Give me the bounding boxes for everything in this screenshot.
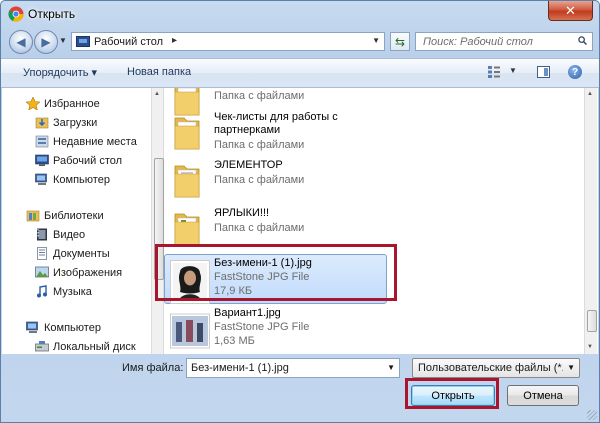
- drive-icon: [35, 341, 49, 352]
- images-icon: [35, 266, 49, 278]
- file-meta: Папка с файлами: [214, 222, 305, 234]
- command-toolbar: Упорядочить ▾ Новая папка ▼ ?: [1, 58, 599, 88]
- scroll-down-icon[interactable]: ▼: [587, 344, 593, 350]
- recent-pages-dropdown-icon[interactable]: ▼: [59, 36, 67, 45]
- preview-pane-icon[interactable]: [537, 66, 550, 78]
- filename-value[interactable]: Без-имени-1 (1).jpg: [191, 362, 289, 374]
- address-path[interactable]: Рабочий стол: [94, 36, 163, 48]
- music-icon: [37, 285, 47, 298]
- refresh-button[interactable]: ⇆: [390, 32, 410, 51]
- view-options-icon[interactable]: [487, 65, 501, 79]
- folder-icon: [174, 213, 200, 246]
- file-name: ЯРЛЫКИ!!!: [214, 207, 270, 219]
- title-bar: Открыть ✕: [1, 1, 599, 27]
- back-button[interactable]: ◀: [9, 30, 33, 54]
- file-type-filter[interactable]: Пользовательские файлы (*.jfi ▼: [412, 358, 580, 378]
- file-type-filter-value: Пользовательские файлы (*.jfi: [418, 362, 563, 374]
- file-meta: Папка с файлами: [214, 174, 305, 186]
- filename-label: Имя файла:: [122, 362, 184, 374]
- libraries-icon: [26, 210, 40, 222]
- open-button-annotation: [405, 378, 499, 409]
- filename-input[interactable]: Без-имени-1 (1).jpg ▼: [186, 358, 400, 378]
- folder-icon: [174, 165, 200, 198]
- open-dialog: Открыть ✕ ◀ ▶ ▼ Рабочий стол ▸ ▼ ⇆ Поиск…: [0, 0, 600, 423]
- folder-icon: [174, 117, 200, 150]
- file-name: Вариант1.jpg: [214, 307, 281, 319]
- close-button[interactable]: ✕: [548, 1, 593, 21]
- file-list: Папка с файлами Чек-листы для работы с п…: [164, 88, 584, 354]
- list-item[interactable]: Вариант1.jpg FastStone JPG File 1,63 МБ: [164, 304, 384, 354]
- organize-button[interactable]: Упорядочить ▾: [23, 66, 97, 79]
- list-item[interactable]: Чек-листы для работы с партнерками Папка…: [164, 108, 384, 160]
- breadcrumb-arrow-icon[interactable]: ▸: [172, 35, 177, 46]
- file-list-scrollbar[interactable]: ▲ ▼: [584, 88, 597, 354]
- arrow-left-icon: ◀: [16, 35, 26, 49]
- new-folder-button[interactable]: Новая папка: [127, 66, 191, 78]
- resize-grip[interactable]: [587, 410, 597, 420]
- cancel-button[interactable]: Отмена: [507, 385, 579, 406]
- view-dropdown-icon[interactable]: ▼: [509, 66, 517, 75]
- search-placeholder: Поиск: Рабочий стол: [423, 36, 533, 48]
- file-type-dropdown-icon[interactable]: ▼: [567, 363, 575, 372]
- star-icon: [26, 97, 40, 110]
- arrow-right-icon: ▶: [41, 35, 51, 49]
- desktop-icon: [76, 36, 90, 47]
- file-name: ЭЛЕМЕНТОР: [214, 159, 283, 171]
- file-name: Чек-листы для работы с партнерками: [214, 111, 338, 136]
- scroll-up-icon[interactable]: ▲: [154, 91, 160, 97]
- file-list-scroll-thumb[interactable]: [587, 310, 597, 332]
- computer-icon: [26, 321, 38, 333]
- search-icon[interactable]: [578, 36, 587, 45]
- refresh-icon: ⇆: [394, 34, 406, 49]
- help-icon[interactable]: ?: [568, 65, 582, 79]
- navigation-pane: Избранное Загрузки Недавние места Рабочи…: [2, 88, 151, 354]
- forward-button[interactable]: ▶: [34, 30, 58, 54]
- file-type: FastStone JPG File: [214, 321, 310, 333]
- search-input[interactable]: Поиск: Рабочий стол: [415, 32, 593, 51]
- desktop-icon: [35, 154, 49, 166]
- address-dropdown-icon[interactable]: ▼: [372, 36, 380, 45]
- filename-dropdown-icon[interactable]: ▼: [387, 363, 395, 372]
- window-title: Открыть: [28, 7, 76, 21]
- recent-places-icon: [35, 135, 49, 148]
- scroll-up-icon[interactable]: ▲: [587, 91, 593, 97]
- address-bar[interactable]: Рабочий стол ▸ ▼: [71, 32, 385, 51]
- documents-icon: [37, 247, 47, 260]
- video-icon: [37, 228, 47, 241]
- browser-area: Избранное Загрузки Недавние места Рабочи…: [2, 88, 598, 354]
- navigation-scrollbar[interactable]: ▲: [151, 88, 164, 354]
- file-size: 1,63 МБ: [214, 335, 255, 347]
- file-meta: Папка с файлами: [214, 139, 305, 151]
- file-meta: Папка с файлами: [214, 90, 305, 102]
- image-thumbnail: [170, 313, 210, 349]
- list-item[interactable]: ЭЛЕМЕНТОР Папка с файлами: [164, 156, 384, 208]
- computer-icon: [35, 173, 47, 185]
- selected-file-annotation: [155, 244, 397, 301]
- chrome-icon: [8, 6, 24, 22]
- downloads-icon: [35, 117, 49, 129]
